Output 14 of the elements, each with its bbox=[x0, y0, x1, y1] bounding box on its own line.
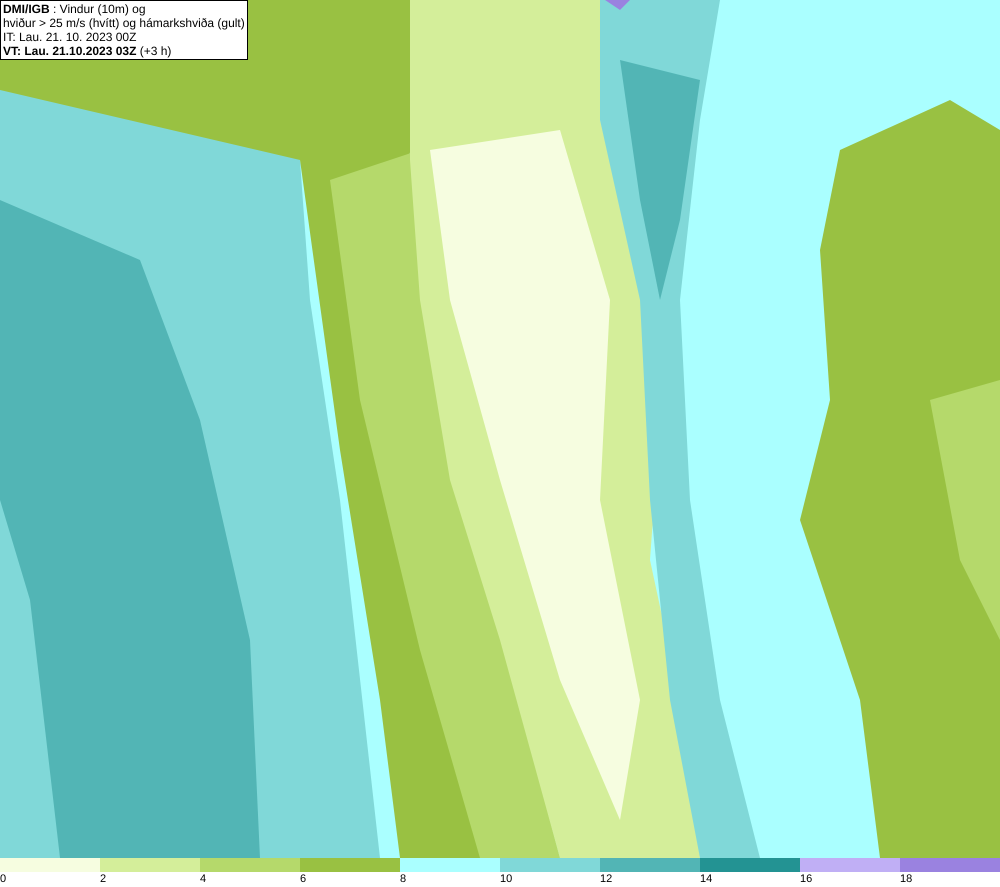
legend-label: 18 bbox=[900, 872, 912, 886]
legend-label: 6 bbox=[300, 872, 306, 886]
legend-label: 4 bbox=[200, 872, 206, 886]
title-line: DMI/IGB : Vindur (10m) og bbox=[3, 2, 146, 16]
legend-label: 14 bbox=[700, 872, 712, 886]
title-line: IT: Lau. 21. 10. 2023 00Z bbox=[3, 30, 138, 44]
legend-label: 0 bbox=[0, 872, 6, 886]
legend-label: 8 bbox=[400, 872, 406, 886]
title-line: hviður > 25 m/s (hvítt) og hámarkshviða (gult) bbox=[3, 16, 245, 30]
title-line: VT: Lau. 21.10.2023 03Z (+3 h) bbox=[3, 44, 172, 58]
legend-label: 12 bbox=[600, 872, 612, 886]
legend-label: 10 bbox=[500, 872, 512, 886]
legend-label: 16 bbox=[800, 872, 812, 886]
legend-label: 2 bbox=[100, 872, 106, 886]
